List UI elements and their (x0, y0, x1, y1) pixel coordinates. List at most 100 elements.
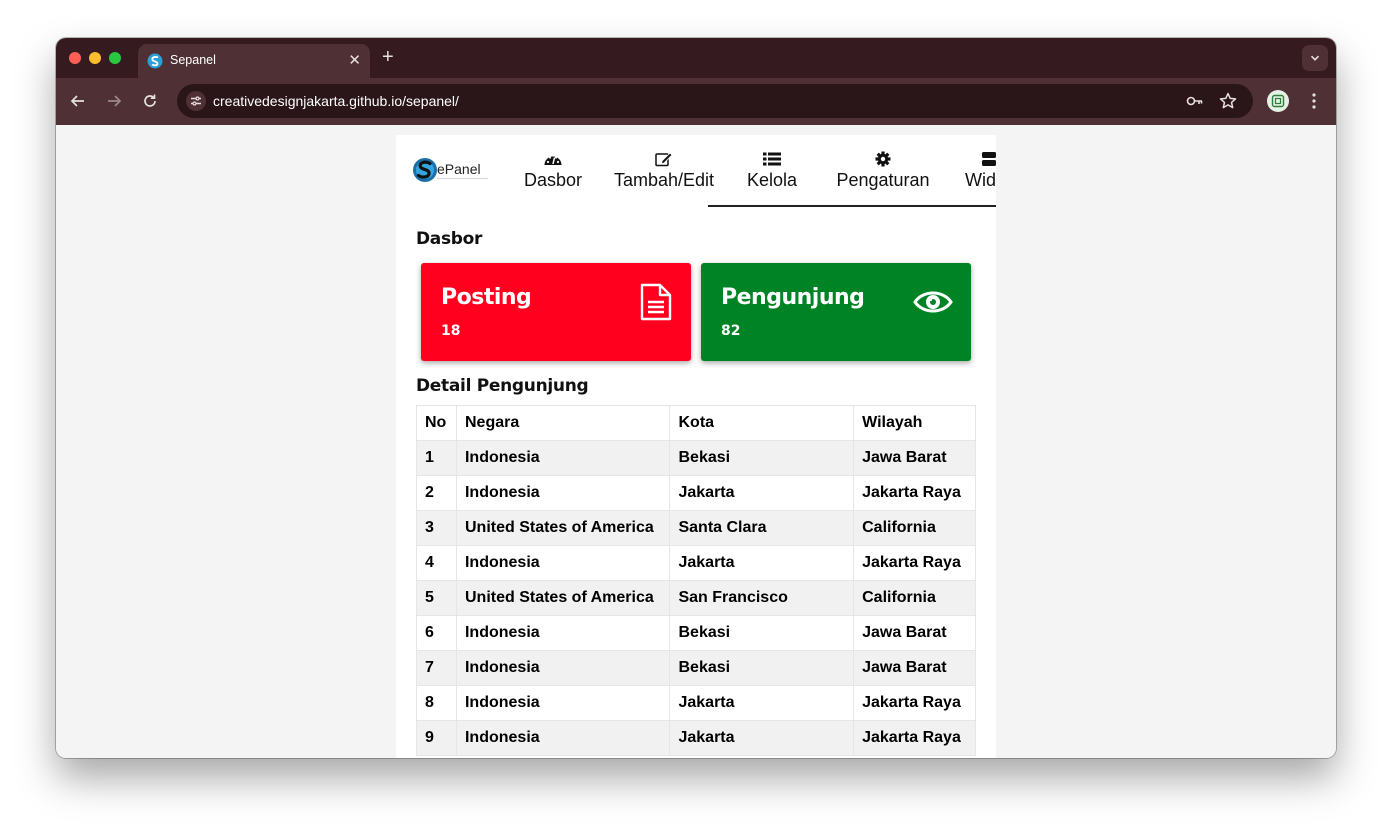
table-cell: Jakarta (669, 475, 855, 511)
table-cell: Indonesia (455, 650, 671, 686)
gear-icon (875, 151, 891, 167)
profile-avatar[interactable] (1267, 90, 1289, 112)
table-cell: Jakarta Raya (853, 475, 976, 511)
table-row: 8 Indonesia Jakarta Jakarta Raya (416, 685, 976, 721)
column-header: Negara (455, 405, 671, 441)
table-row: 3 United States of America Santa Clara C… (416, 510, 976, 546)
table-cell: Indonesia (455, 545, 671, 581)
table-cell: Jakarta Raya (853, 720, 976, 756)
sepanel-logo[interactable]: ePanel (412, 155, 492, 185)
document-icon (640, 283, 672, 321)
table-row: 9 Indonesia Jakarta Jakarta Raya (416, 720, 976, 756)
edit-icon (655, 152, 673, 167)
table-cell: Jawa Barat (853, 650, 976, 686)
pengunjung-card[interactable]: Pengunjung 82 (701, 263, 971, 361)
table-cell: Jakarta (669, 720, 855, 756)
page-title: Dasbor (416, 229, 483, 249)
tab-bar: Sepanel ✕ + (56, 38, 1336, 78)
eye-icon (913, 291, 953, 313)
card-value: 18 (441, 323, 461, 339)
tab-close-icon[interactable]: ✕ (348, 51, 361, 69)
favicon-icon (147, 53, 163, 69)
table-cell: Indonesia (455, 440, 671, 476)
table-cell: 7 (416, 650, 457, 686)
posting-card[interactable]: Posting 18 (421, 263, 691, 361)
site-settings-icon[interactable] (186, 91, 206, 111)
table-cell: Jakarta (669, 545, 855, 581)
password-key-icon[interactable] (1185, 92, 1205, 110)
address-bar[interactable]: creativedesignjakarta.github.io/sepanel/ (177, 84, 1253, 118)
list-icon (763, 152, 781, 166)
dashboard-icon (544, 156, 562, 165)
table-row: 4 Indonesia Jakarta Jakarta Raya (416, 545, 976, 581)
nav-item-dasbor[interactable]: Dasbor (506, 135, 600, 207)
table-cell: 3 (416, 510, 457, 546)
table-cell: Santa Clara (669, 510, 855, 546)
nav-label: Dasbor (523, 170, 583, 190)
tab-title: Sepanel (170, 53, 216, 67)
table-row: 6 Indonesia Bekasi Jawa Barat (416, 615, 976, 651)
table-cell: Jawa Barat (853, 615, 976, 651)
card-value: 82 (721, 323, 741, 339)
tab-search-button[interactable] (1302, 45, 1328, 71)
table-cell: United States of America (455, 580, 671, 616)
table-cell: Bekasi (669, 440, 855, 476)
nav-label: Widget (965, 170, 996, 190)
nav-item-pengaturan[interactable]: Pengaturan (828, 135, 938, 207)
chevron-down-icon (1310, 55, 1320, 61)
extension-icon (1271, 94, 1285, 108)
column-header: No (416, 405, 457, 441)
minimize-window-button[interactable] (89, 52, 101, 64)
nav-item-kelola[interactable]: Kelola (738, 135, 806, 207)
table-cell: Bekasi (669, 615, 855, 651)
browser-tab[interactable]: Sepanel ✕ (138, 44, 370, 78)
table-row: 1 Indonesia Bekasi Jawa Barat (416, 440, 976, 476)
card-title: Posting (441, 285, 532, 310)
table-cell: United States of America (455, 510, 671, 546)
reload-icon[interactable] (139, 90, 161, 112)
table-cell: California (853, 580, 976, 616)
sepanel-app: ePanel Dasbor Tambah/Edit Kelola Pengatu… (396, 135, 996, 758)
card-title: Pengunjung (721, 285, 865, 310)
table-cell: 6 (416, 615, 457, 651)
table-cell: Jawa Barat (853, 440, 976, 476)
table-cell: Jakarta Raya (853, 545, 976, 581)
bookmark-star-icon[interactable] (1218, 92, 1238, 110)
page-viewport: ePanel Dasbor Tambah/Edit Kelola Pengatu… (56, 125, 1336, 758)
section-title: Detail Pengunjung (416, 376, 589, 396)
maximize-window-button[interactable] (109, 52, 121, 64)
close-window-button[interactable] (69, 52, 81, 64)
svg-text:ePanel: ePanel (437, 161, 481, 177)
table-header-row: No Negara Kota Wilayah (416, 405, 976, 441)
nav-label: Kelola (746, 170, 798, 190)
widget-icon (982, 152, 996, 166)
table-cell: Indonesia (455, 475, 671, 511)
table-row: 7 Indonesia Bekasi Jawa Barat (416, 650, 976, 686)
table-cell: 4 (416, 545, 457, 581)
table-cell: 8 (416, 685, 457, 721)
table-cell: California (853, 510, 976, 546)
nav-item-tambah-edit[interactable]: Tambah/Edit (610, 135, 718, 207)
table-cell: Bekasi (669, 650, 855, 686)
table-cell: Indonesia (455, 615, 671, 651)
table-cell: 1 (416, 440, 457, 476)
table-row: 2 Indonesia Jakarta Jakarta Raya (416, 475, 976, 511)
column-header: Wilayah (853, 405, 976, 441)
browser-window: Sepanel ✕ + creativedesignjakarta.github… (56, 38, 1336, 758)
table-row: 5 United States of America San Francisco… (416, 580, 976, 616)
new-tab-button[interactable]: + (382, 46, 394, 69)
nav-label: Pengaturan (836, 170, 930, 190)
nav-item-widget[interactable]: Widget (962, 135, 996, 207)
table-cell: 5 (416, 580, 457, 616)
table-cell: Indonesia (455, 685, 671, 721)
table-cell: Indonesia (455, 720, 671, 756)
table-cell: Jakarta (669, 685, 855, 721)
browser-menu-icon[interactable] (1308, 90, 1320, 112)
forward-icon[interactable] (103, 90, 125, 112)
back-icon[interactable] (67, 90, 89, 112)
table-cell: Jakarta Raya (853, 685, 976, 721)
nav-label: Tambah/Edit (613, 170, 715, 190)
visitor-table: No Negara Kota Wilayah 1 Indonesia Bekas… (416, 405, 976, 756)
table-cell: San Francisco (669, 580, 855, 616)
browser-toolbar: creativedesignjakarta.github.io/sepanel/ (56, 78, 1336, 125)
